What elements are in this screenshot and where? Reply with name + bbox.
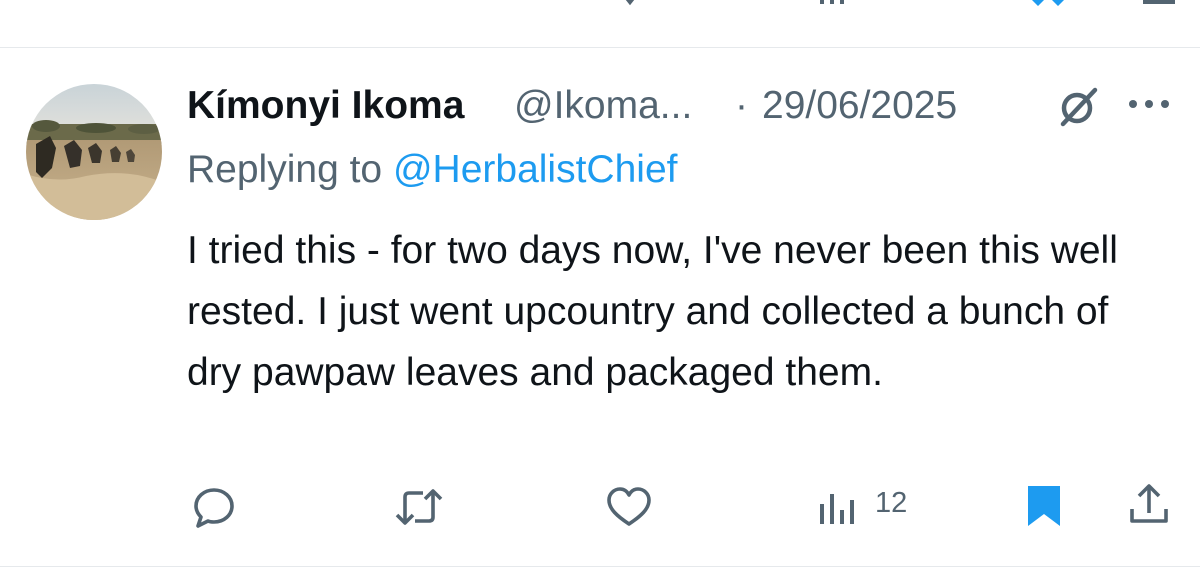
avatar[interactable] bbox=[26, 84, 162, 220]
replying-to: Replying to @HerbalistChief bbox=[187, 148, 677, 192]
tweet-page: Kímonyi Ikoma @Ikoma... · 29/06/2025 Rep… bbox=[0, 0, 1200, 577]
separator-dot: · bbox=[735, 84, 748, 127]
heart-icon[interactable] bbox=[605, 485, 653, 529]
more-options-icon[interactable] bbox=[1127, 97, 1171, 111]
share-icon[interactable] bbox=[1127, 483, 1171, 527]
divider bbox=[0, 47, 1200, 48]
views-icon[interactable] bbox=[818, 490, 858, 526]
previous-tweet-actions bbox=[0, 0, 1200, 12]
bookmark-icon[interactable] bbox=[1028, 0, 1068, 8]
tweet-text: I tried this - for two days now, I've ne… bbox=[187, 229, 1118, 394]
reply-icon[interactable] bbox=[200, 0, 230, 8]
reply-icon[interactable] bbox=[192, 485, 236, 529]
tweet-date[interactable]: 29/06/2025 bbox=[762, 84, 957, 128]
user-handle[interactable]: @Ikoma... bbox=[514, 84, 692, 128]
divider bbox=[0, 566, 1200, 567]
heart-icon[interactable] bbox=[610, 0, 650, 8]
replying-to-handle[interactable]: @HerbalistChief bbox=[393, 148, 678, 191]
grok-icon[interactable] bbox=[1055, 84, 1101, 130]
replying-to-label: Replying to bbox=[187, 148, 393, 191]
retweet-icon[interactable] bbox=[393, 485, 445, 529]
retweet-icon[interactable] bbox=[400, 0, 440, 8]
share-icon[interactable] bbox=[1140, 0, 1180, 8]
bookmark-icon[interactable] bbox=[1026, 484, 1062, 528]
views-icon[interactable] bbox=[818, 0, 858, 8]
views-count: 12 bbox=[875, 487, 908, 519]
display-name[interactable]: Kímonyi Ikoma bbox=[187, 84, 464, 128]
